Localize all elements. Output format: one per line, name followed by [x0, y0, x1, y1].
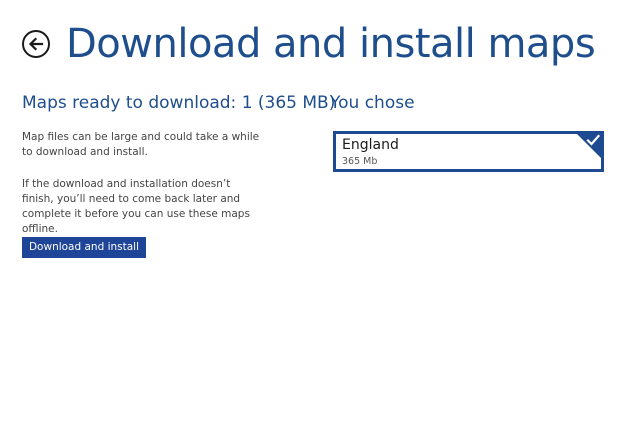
- page-title: Download and install maps: [66, 21, 596, 67]
- incomplete-download-text: If the download and installation doesn’t…: [22, 178, 250, 235]
- you-chose-heading: You chose: [330, 93, 415, 113]
- back-arrow-icon: [28, 37, 44, 51]
- download-and-install-button[interactable]: Download and install: [22, 237, 146, 258]
- map-size: 365 Mb: [342, 156, 378, 167]
- maps-ready-heading: Maps ready to download: 1 (365 MB): [22, 93, 336, 113]
- checkmark-icon: [586, 134, 600, 146]
- back-button[interactable]: [22, 30, 50, 58]
- download-maps-page: Download and install maps Maps ready to …: [0, 0, 632, 432]
- map-name: England: [342, 137, 399, 153]
- selected-map-tile-england[interactable]: England 365 Mb: [333, 131, 604, 172]
- size-warning-text: Map files can be large and could take a …: [22, 131, 260, 158]
